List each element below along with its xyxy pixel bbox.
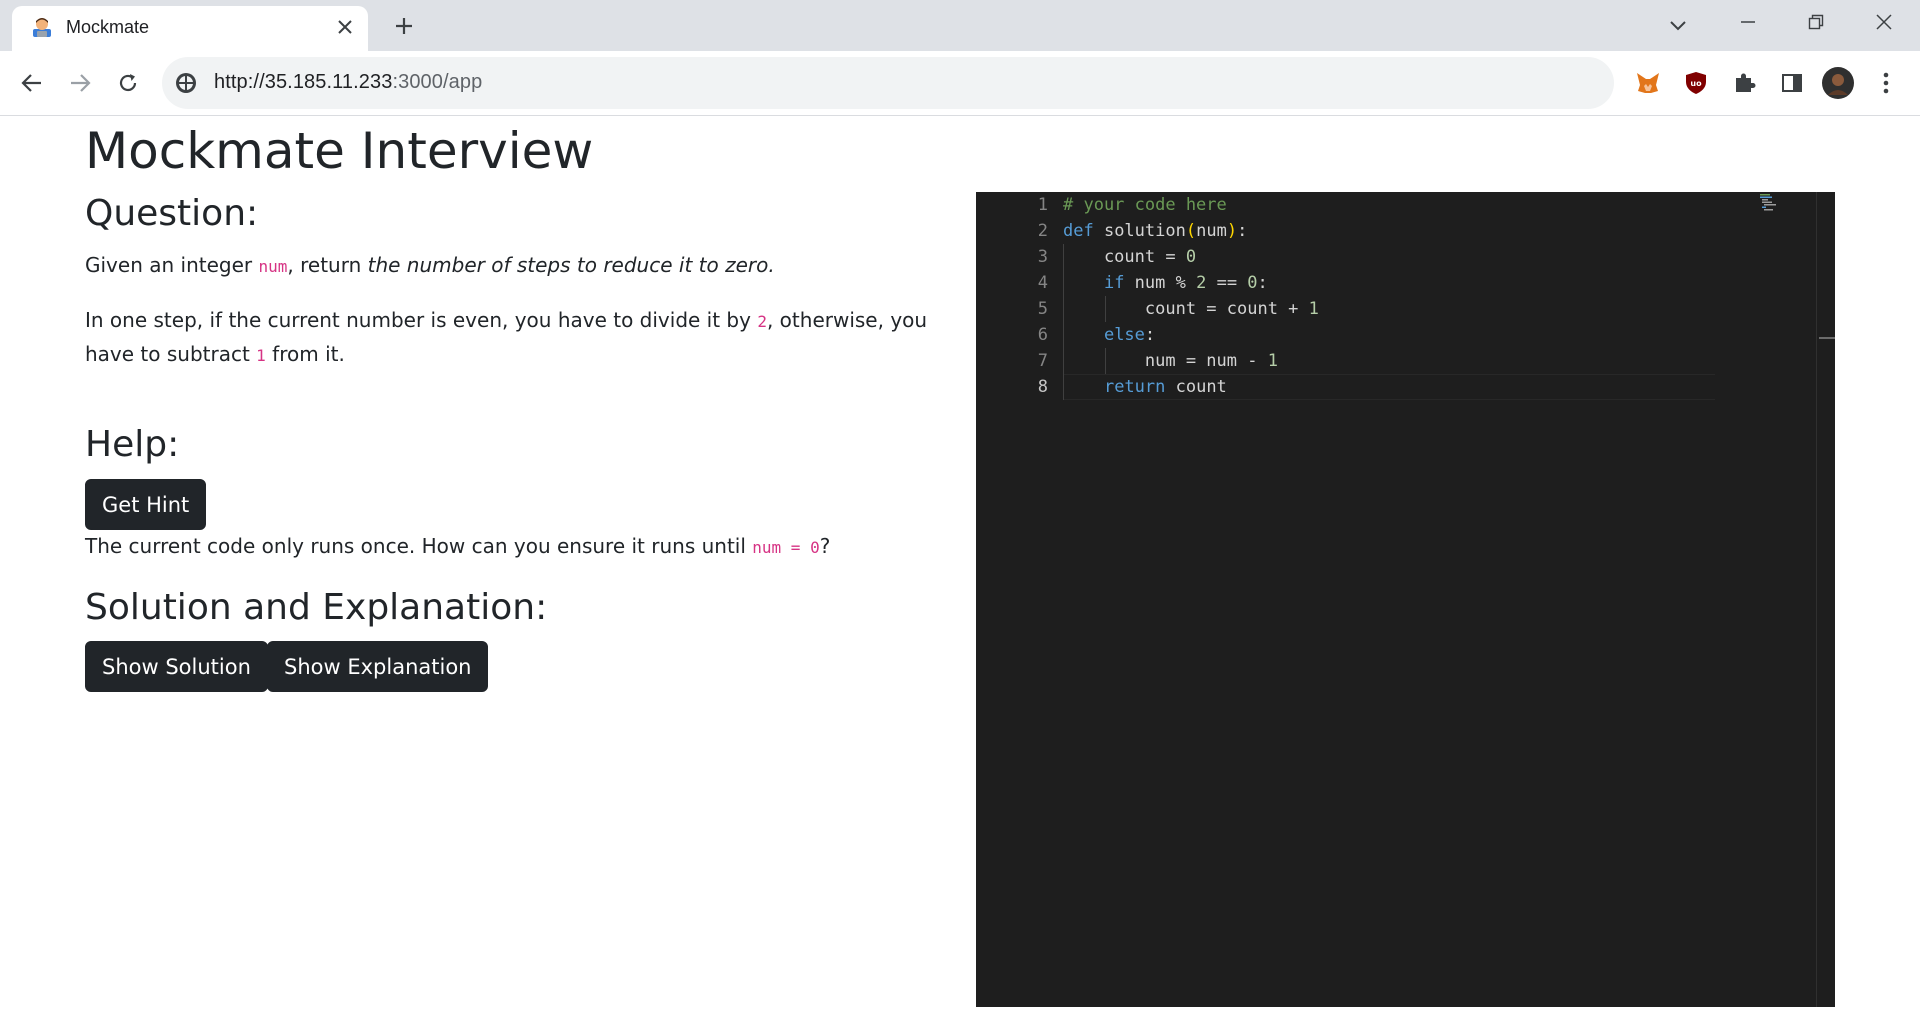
site-info-icon: [176, 73, 196, 93]
reload-icon: [119, 74, 137, 92]
minimap-preview: [1760, 194, 1776, 211]
puzzle-icon: [1736, 73, 1756, 92]
close-window-button[interactable]: [1850, 0, 1918, 44]
question-paragraph-2: In one step, if the current number is ev…: [85, 304, 935, 372]
q1-text-pre: Given an integer: [85, 253, 259, 277]
code-line[interactable]: return count: [1063, 374, 1227, 400]
forward-button[interactable]: [62, 65, 98, 101]
code-line[interactable]: count = 0: [1063, 244, 1196, 270]
line-number: 1: [1037, 195, 1048, 215]
kebab-menu-icon: [1883, 72, 1889, 94]
address-bar[interactable]: http://35.185.11.233:3000/app: [162, 57, 1614, 109]
minimize-icon: [1741, 21, 1755, 23]
close-icon: [338, 20, 352, 34]
question-paragraph-1: Given an integer num, return the number …: [85, 249, 935, 283]
fox-icon: [1637, 73, 1659, 93]
svg-text:uo: uo: [1690, 79, 1702, 88]
hint-text-pre: The current code only runs once. How can…: [85, 534, 753, 558]
code-line[interactable]: num = num - 1: [1063, 348, 1278, 374]
q2-code-1: 1: [256, 346, 266, 365]
line-number: 3: [1037, 247, 1048, 267]
get-hint-button[interactable]: Get Hint: [85, 479, 207, 530]
code-editor[interactable]: 1 2 3 4 5 6 7 8 # your code here def solution(nu…: [976, 192, 1835, 1007]
url-text[interactable]: http://35.185.11.233:3000/app: [214, 71, 482, 94]
minimize-button[interactable]: [1714, 0, 1782, 44]
minimap[interactable]: [1748, 192, 1816, 1007]
hint-text-post: ?: [819, 534, 831, 558]
code-line[interactable]: else:: [1063, 322, 1155, 348]
close-icon: [1876, 14, 1892, 30]
url-path: :3000/app: [392, 71, 483, 93]
restore-button[interactable]: [1782, 0, 1850, 44]
help-heading: Help:: [85, 424, 180, 465]
code-line[interactable]: def solution(num):: [1063, 218, 1247, 244]
extensions-button[interactable]: [1728, 67, 1760, 99]
url-host: http://35.185.11.233: [214, 71, 393, 93]
q2-code-2: 2: [757, 312, 767, 331]
arrow-left-icon: [21, 74, 41, 92]
chevron-down-icon: [1670, 21, 1686, 31]
restore-icon: [1808, 14, 1824, 30]
line-number: 5: [1037, 299, 1048, 319]
q1-text-mid: , return: [287, 253, 368, 277]
side-panel-button[interactable]: [1776, 67, 1808, 99]
browser-tabstrip: Mockmate: [0, 0, 1920, 51]
code-line[interactable]: count = count + 1: [1063, 296, 1319, 322]
profile-avatar-button[interactable]: [1822, 67, 1854, 99]
question-heading: Question:: [85, 193, 259, 234]
tab-close-button[interactable]: [332, 14, 358, 40]
back-button[interactable]: [14, 65, 50, 101]
q1-code-num: num: [258, 257, 288, 276]
ublock-extension-button[interactable]: uo: [1680, 67, 1712, 99]
arrow-right-icon: [71, 74, 91, 92]
solution-heading: Solution and Explanation:: [85, 587, 548, 628]
q2-text-pre: In one step, if the current number is ev…: [85, 308, 758, 332]
avatar: [1822, 67, 1854, 99]
editor-scrollbar[interactable]: [1816, 192, 1835, 1007]
scrollbar-cursor-marker: [1819, 337, 1835, 339]
line-number: 8: [1037, 377, 1048, 397]
new-tab-button[interactable]: [388, 10, 420, 42]
side-panel-icon: [1782, 74, 1802, 92]
hint-text: The current code only runs once. How can…: [85, 530, 935, 564]
line-number-gutter: 1 2 3 4 5 6 7 8: [976, 192, 1048, 1007]
q1-emphasis: the number of steps to reduce it to zero…: [367, 253, 775, 277]
code-line[interactable]: if num % 2 == 0:: [1063, 270, 1268, 296]
tab-search-button[interactable]: [1660, 8, 1696, 44]
line-number: 4: [1037, 273, 1048, 293]
code-line[interactable]: # your code here: [1063, 192, 1227, 218]
show-solution-button[interactable]: Show Solution: [85, 641, 268, 692]
technologist-emoji-icon: [33, 18, 51, 37]
hint-code: num = 0: [752, 538, 820, 557]
tab-title: Mockmate: [66, 17, 150, 37]
plus-icon: [396, 18, 412, 34]
browser-toolbar: http://35.185.11.233:3000/app uo: [0, 51, 1920, 116]
line-number: 7: [1037, 351, 1048, 371]
browser-tab[interactable]: Mockmate: [12, 6, 368, 51]
metamask-extension-button[interactable]: [1632, 67, 1664, 99]
q2-text-post: from it.: [265, 342, 345, 366]
line-number: 6: [1037, 325, 1048, 345]
line-number: 2: [1037, 221, 1048, 241]
show-explanation-button[interactable]: Show Explanation: [267, 641, 489, 692]
reload-button[interactable]: [110, 65, 146, 101]
page-title: Mockmate Interview: [85, 122, 594, 180]
browser-menu-button[interactable]: [1870, 67, 1902, 99]
page-content: Mockmate Interview Question: Given an in…: [0, 116, 1920, 1020]
ublock-shield-icon: uo: [1686, 72, 1706, 94]
